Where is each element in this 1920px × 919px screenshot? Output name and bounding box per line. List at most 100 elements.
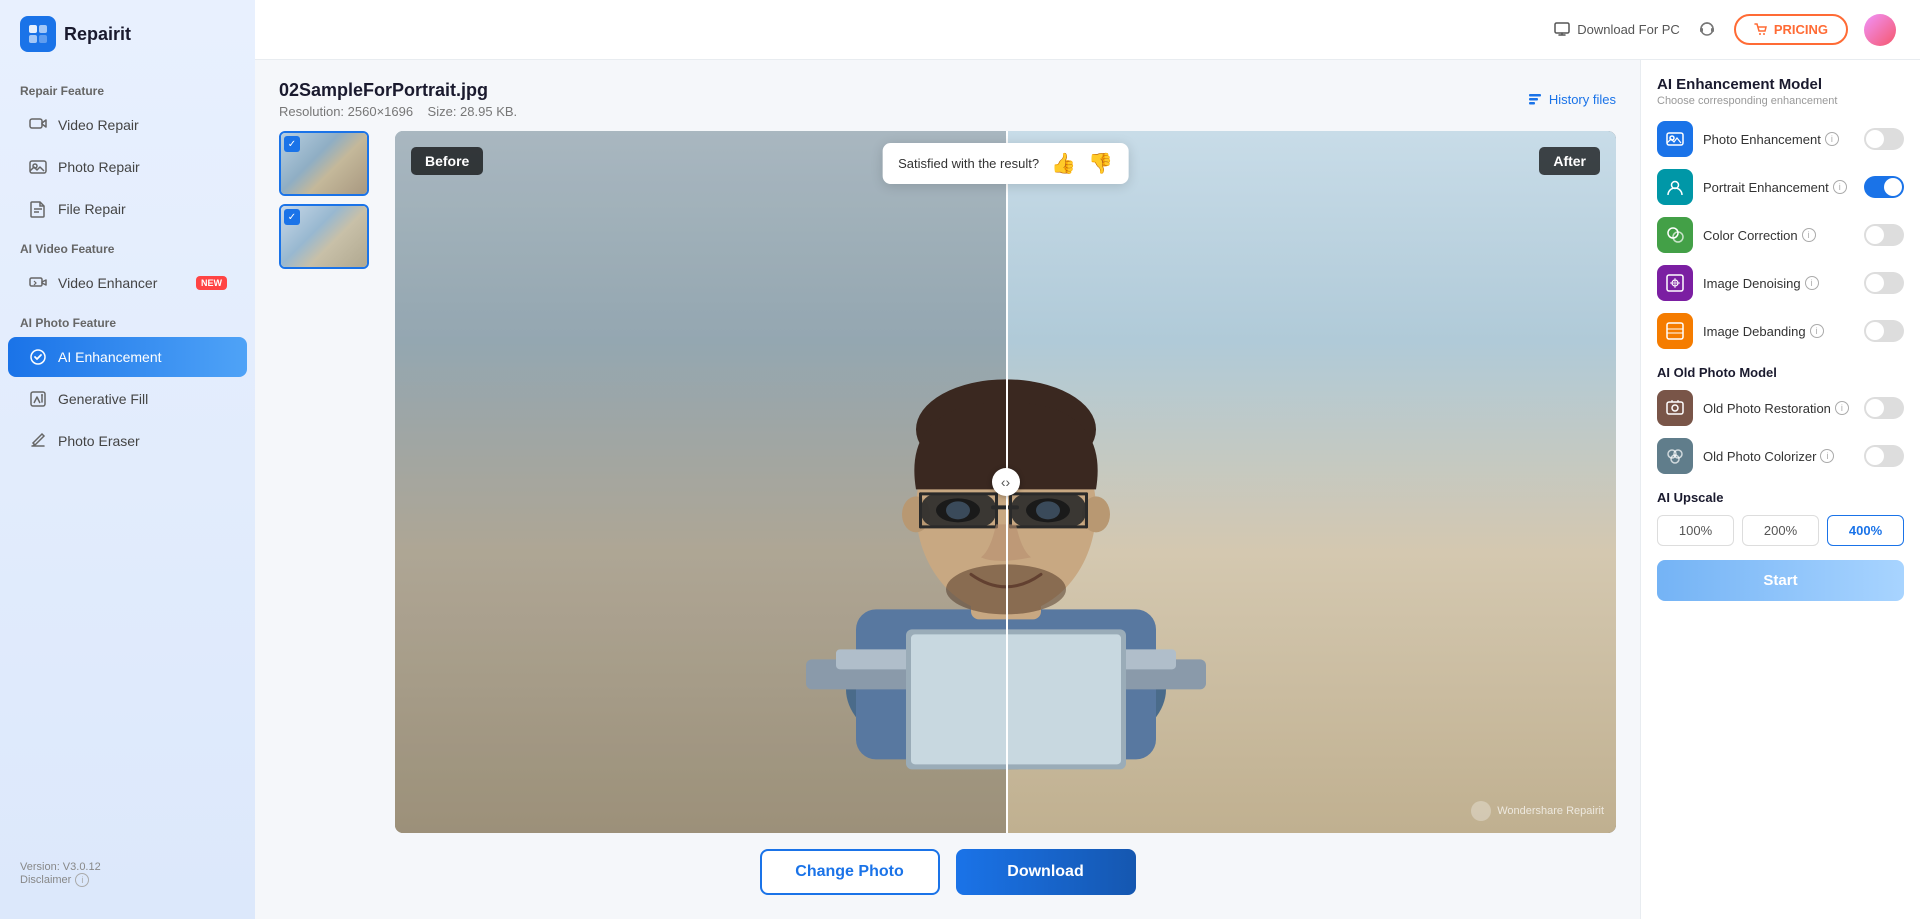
change-photo-button[interactable]: Change Photo [760,849,940,895]
image-denoising-toggle[interactable] [1864,272,1904,294]
file-size: Size: 28.95 KB. [428,104,518,119]
video-enhancer-icon [28,273,48,293]
pricing-button[interactable]: PRICING [1734,14,1848,45]
headset-icon[interactable] [1696,19,1718,41]
sidebar-item-video-enhancer[interactable]: Video Enhancer NEW [8,263,247,303]
content-area: 02SampleForPortrait.jpg Resolution: 2560… [255,60,1920,919]
file-meta: Resolution: 2560×1696 Size: 28.95 KB. [279,104,517,119]
old-photo-restoration-toggle[interactable] [1864,397,1904,419]
color-correction-label: Color Correction i [1703,228,1854,243]
ai-model-subtitle: Choose corresponding enhancement [1657,95,1904,107]
file-details: 02SampleForPortrait.jpg Resolution: 2560… [279,80,517,119]
sidebar-item-photo-eraser[interactable]: Photo Eraser [8,421,247,461]
history-files-button[interactable]: History files [1527,92,1616,108]
center-panel: 02SampleForPortrait.jpg Resolution: 2560… [255,60,1640,919]
thumbs-down-button[interactable]: 👎 [1088,151,1113,176]
old-photo-colorizer-icon [1657,438,1693,474]
satisfaction-bar: Satisfied with the result? 👍 👎 [882,143,1129,184]
photo-enhancement-toggle[interactable] [1864,128,1904,150]
download-pc-label: Download For PC [1577,22,1680,37]
file-resolution: Resolution: 2560×1696 [279,104,413,119]
preview-area: ‹› Before After Satisfied with the resul… [395,131,1616,833]
app-name: Repairit [64,24,131,45]
new-badge: NEW [196,276,227,290]
image-denoising-info-icon[interactable]: i [1805,276,1819,290]
sidebar-item-photo-eraser-label: Photo Eraser [58,433,140,449]
main-area: Download For PC PRICING 02SampleForPortr… [255,0,1920,919]
pricing-label: PRICING [1774,22,1828,37]
thumbs-up-button[interactable]: 👍 [1051,151,1076,176]
app-logo-icon [20,16,56,52]
generative-fill-icon [28,389,48,409]
photo-enhancement-icon [1657,121,1693,157]
thumb-check-1: ✓ [284,136,300,152]
watermark-text: Wondershare Repairit [1497,805,1604,817]
ai-video-feature-section: AI Video Feature [0,230,255,262]
disclaimer-info-icon: i [75,873,89,887]
watermark-logo [1471,801,1491,821]
after-label: After [1539,147,1600,175]
image-debanding-icon [1657,313,1693,349]
portrait-enhancement-icon [1657,169,1693,205]
image-debanding-label: Image Debanding i [1703,324,1854,339]
sidebar-footer: Version: V3.0.12 Disclaimer i [0,845,255,903]
image-denoising-icon [1657,265,1693,301]
upscale-200-button[interactable]: 200% [1742,515,1819,546]
color-correction-info-icon[interactable]: i [1802,228,1816,242]
version-label: Version: V3.0.12 [20,861,235,873]
ai-model-title: AI Enhancement Model [1657,76,1904,93]
sidebar-item-video-repair[interactable]: Video Repair [8,105,247,145]
upscale-100-button[interactable]: 100% [1657,515,1734,546]
file-info-bar: 02SampleForPortrait.jpg Resolution: 2560… [279,80,1616,119]
image-debanding-toggle[interactable] [1864,320,1904,342]
photo-eraser-icon [28,431,48,451]
thumbnail-2[interactable]: ✓ [279,204,369,269]
sidebar-item-file-repair-label: File Repair [58,201,126,217]
start-button[interactable]: Start [1657,560,1904,601]
sidebar-item-photo-repair[interactable]: Photo Repair [8,147,247,187]
before-label: Before [411,147,483,175]
disclaimer-link[interactable]: Disclaimer i [20,873,235,887]
photo-enhancement-row: Photo Enhancement i [1657,121,1904,157]
video-repair-icon [28,115,48,135]
download-button[interactable]: Download [956,849,1136,895]
download-for-pc-button[interactable]: Download For PC [1553,21,1680,39]
ai-upscale-title: AI Upscale [1657,490,1904,505]
sidebar-item-file-repair[interactable]: File Repair [8,189,247,229]
old-photo-colorizer-label: Old Photo Colorizer i [1703,449,1854,464]
thumbnail-list: ✓ ✓ [279,131,379,833]
photo-enhancement-label: Photo Enhancement i [1703,132,1854,147]
sidebar: Repairit Repair Feature Video Repair Pho… [0,0,255,919]
cart-icon [1754,23,1768,37]
portrait-enhancement-info-icon[interactable]: i [1833,180,1847,194]
sidebar-item-ai-enhancement[interactable]: AI Enhancement [8,337,247,377]
sidebar-item-ai-enhancement-label: AI Enhancement [58,349,162,365]
thumbnail-1[interactable]: ✓ [279,131,369,196]
old-photo-colorizer-toggle[interactable] [1864,445,1904,467]
old-photo-restoration-info-icon[interactable]: i [1835,401,1849,415]
old-photo-restoration-icon [1657,390,1693,426]
image-debanding-info-icon[interactable]: i [1810,324,1824,338]
monitor-icon [1553,21,1571,39]
upscale-400-button[interactable]: 400% [1827,515,1904,546]
portrait-enhancement-row: Portrait Enhancement i [1657,169,1904,205]
header: Download For PC PRICING [255,0,1920,60]
old-photo-colorizer-info-icon[interactable]: i [1820,449,1834,463]
color-correction-toggle[interactable] [1864,224,1904,246]
repair-feature-section: Repair Feature [0,72,255,104]
portrait-enhancement-label: Portrait Enhancement i [1703,180,1854,195]
disclaimer-label: Disclaimer [20,874,71,886]
file-name: 02SampleForPortrait.jpg [279,80,517,101]
user-avatar[interactable] [1864,14,1896,46]
photo-enhancement-info-icon[interactable]: i [1825,132,1839,146]
workspace: ✓ ✓ [279,131,1616,833]
portrait-enhancement-toggle[interactable] [1864,176,1904,198]
old-photo-restoration-row: Old Photo Restoration i [1657,390,1904,426]
thumb-check-2: ✓ [284,209,300,225]
sidebar-item-generative-fill-label: Generative Fill [58,391,148,407]
sidebar-item-generative-fill[interactable]: Generative Fill [8,379,247,419]
photo-repair-icon [28,157,48,177]
upscale-options: 100% 200% 400% [1657,515,1904,546]
color-correction-icon [1657,217,1693,253]
divider-handle[interactable]: ‹› [992,468,1020,496]
